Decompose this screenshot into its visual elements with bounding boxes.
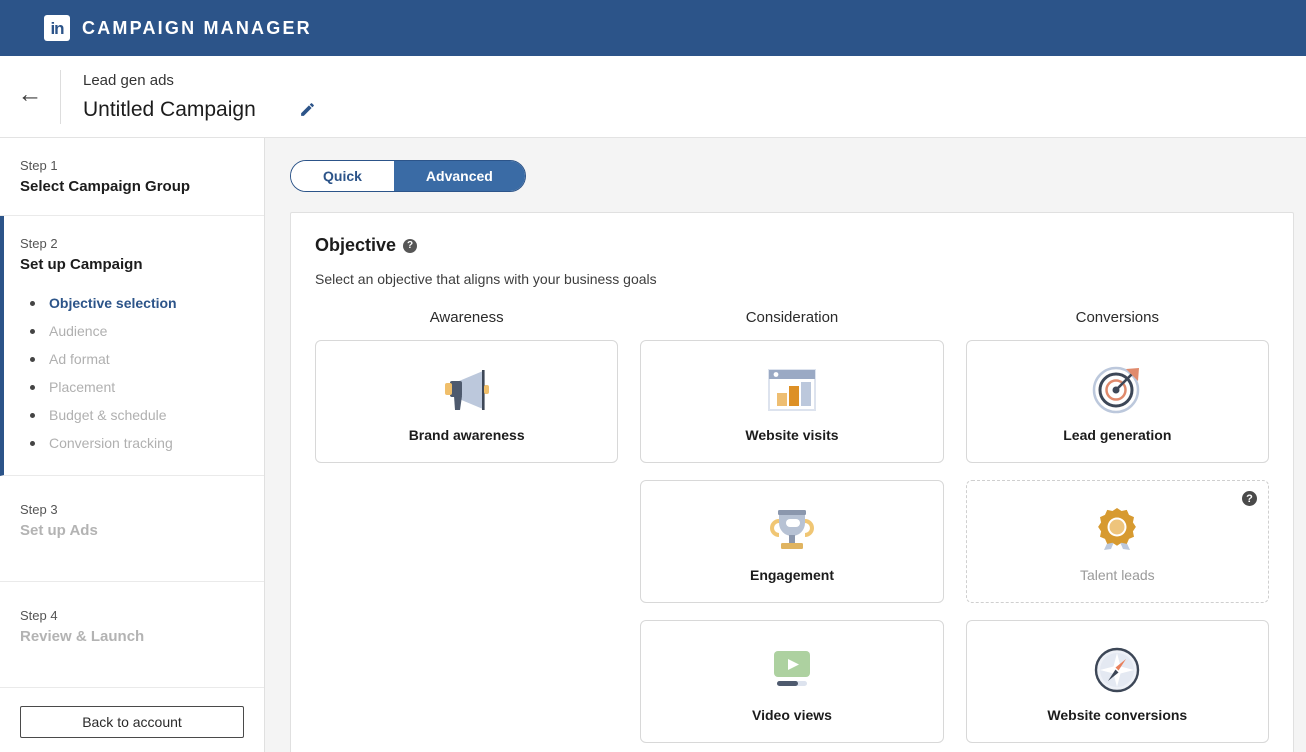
bullet-icon <box>30 412 35 418</box>
question-mark-icon[interactable]: ? <box>403 238 418 253</box>
campaign-name: Untitled Campaign <box>83 97 256 121</box>
sidebar-item-budget-schedule[interactable]: Budget & schedule <box>20 401 244 429</box>
sidebar-item-placement[interactable]: Placement <box>20 373 244 401</box>
back-arrow-icon[interactable]: ← <box>0 82 60 111</box>
megaphone-icon <box>437 361 497 419</box>
substep-label: Objective selection <box>49 295 177 311</box>
objective-card-website-visits[interactable]: Website visits <box>640 340 944 463</box>
card-label: Lead generation <box>1063 426 1172 443</box>
sidebar-step-1[interactable]: Step 1 Select Campaign Group <box>0 138 264 216</box>
objective-card-talent-leads: ? Talent leads <box>965 480 1269 603</box>
sidebar-item-objective-selection[interactable]: Objective selection <box>20 289 244 317</box>
objective-panel: Objective ? Select an objective that ali… <box>290 212 1294 752</box>
question-mark-icon[interactable]: ? <box>1241 491 1257 506</box>
panel-subtitle: Select an objective that aligns with you… <box>315 271 657 287</box>
back-to-account-button[interactable]: Back to account <box>20 706 244 738</box>
tab-advanced[interactable]: Advanced <box>393 161 525 191</box>
card-label: Talent leads <box>1079 566 1155 583</box>
award-rosette-icon <box>1091 501 1143 559</box>
step-number: Step 4 <box>20 608 58 623</box>
card-label: Website visits <box>745 426 839 443</box>
app-title: CAMPAIGN MANAGER <box>82 17 312 38</box>
sidebar-item-audience[interactable]: Audience <box>20 317 244 345</box>
sidebar-item-conversion-tracking[interactable]: Conversion tracking <box>20 429 244 457</box>
card-label: Engagement <box>749 566 834 583</box>
column-heading: Consideration <box>745 309 839 326</box>
linkedin-logo-icon: in <box>44 15 70 41</box>
objective-card-engagement[interactable]: Engagement <box>640 480 944 603</box>
pencil-icon[interactable] <box>298 100 318 120</box>
substep-label: Budget & schedule <box>49 407 167 423</box>
step-title: Set up Campaign <box>20 256 143 273</box>
campaign-info: Lead gen ads Untitled Campaign <box>83 71 318 123</box>
column-consideration: Consideration Website visits Engagement … <box>640 309 944 752</box>
column-heading: Conversions <box>1075 309 1159 326</box>
main-content: Quick Advanced Objective ? Select an obj… <box>265 138 1306 752</box>
campaign-type-label: Lead gen ads <box>83 71 174 89</box>
trophy-icon <box>765 501 819 559</box>
page-title: Objective <box>315 235 397 255</box>
bullet-icon <box>30 356 35 362</box>
step-number: Step 1 <box>20 158 58 173</box>
step-title: Set up Ads <box>20 522 98 539</box>
video-player-icon <box>764 641 820 699</box>
app-header: in CAMPAIGN MANAGER <box>0 0 1306 56</box>
objective-card-lead-generation[interactable]: Lead generation <box>965 340 1269 463</box>
column-heading: Awareness <box>429 309 504 326</box>
bullet-icon <box>30 384 35 390</box>
step-title: Select Campaign Group <box>20 178 191 195</box>
bullet-icon <box>30 300 35 306</box>
browser-bar-chart-icon <box>766 361 818 419</box>
step-number: Step 3 <box>20 502 58 517</box>
column-awareness: Awareness Brand awareness <box>315 309 619 752</box>
tab-quick[interactable]: Quick <box>291 161 394 191</box>
substep-label: Audience <box>49 323 108 339</box>
campaign-subheader: ← Lead gen ads Untitled Campaign <box>0 56 1306 138</box>
column-conversions: Conversions Lead generation ? Talent lea… <box>965 309 1269 752</box>
bullet-icon <box>30 440 35 446</box>
objective-card-website-conversions[interactable]: Website conversions <box>965 620 1269 743</box>
header-divider <box>60 69 61 124</box>
mode-toggle-group: Quick Advanced <box>290 160 526 192</box>
sidebar-item-ad-format[interactable]: Ad format <box>20 345 244 373</box>
compass-icon <box>1092 641 1142 699</box>
sidebar-step-4[interactable]: Step 4 Review & Launch <box>0 582 264 688</box>
substep-label: Conversion tracking <box>49 435 173 451</box>
substep-label: Ad format <box>49 351 110 367</box>
objective-card-brand-awareness[interactable]: Brand awareness <box>315 340 619 463</box>
card-label: Website conversions <box>1047 706 1188 723</box>
bullet-icon <box>30 328 35 334</box>
substep-list: Objective selection Audience Ad format P… <box>20 289 244 457</box>
step-title: Review & Launch <box>20 628 145 645</box>
target-arrow-icon <box>1089 361 1145 419</box>
steps-sidebar: Step 1 Select Campaign Group Step 2 Set … <box>0 138 265 752</box>
sidebar-step-3[interactable]: Step 3 Set up Ads <box>0 476 264 582</box>
card-label: Video views <box>752 706 832 723</box>
substep-label: Placement <box>49 379 116 395</box>
objective-card-video-views[interactable]: Video views <box>640 620 944 743</box>
card-label: Brand awareness <box>408 426 525 443</box>
sidebar-step-2[interactable]: Step 2 Set up Campaign Objective selecti… <box>0 216 264 476</box>
step-number: Step 2 <box>20 236 58 251</box>
